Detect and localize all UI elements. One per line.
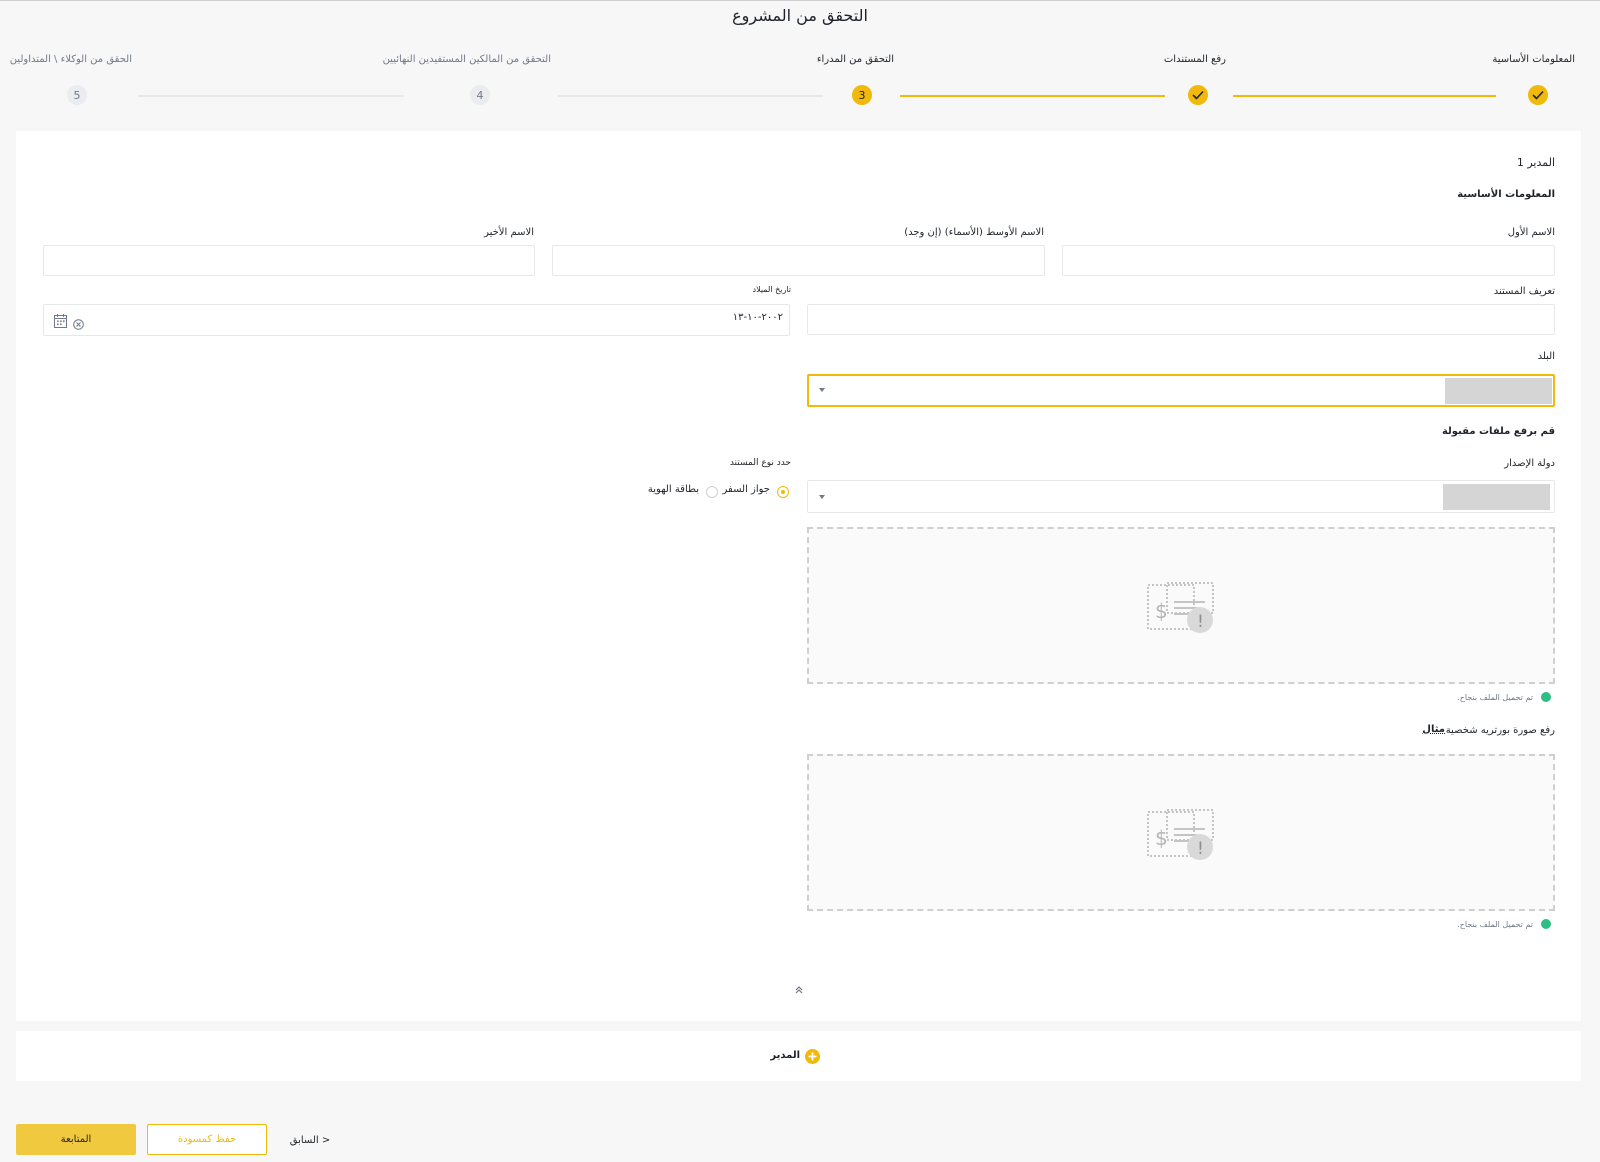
save-draft-button[interactable]: حفظ كمسودة (147, 1124, 267, 1155)
step-2-label: رفع المستندات (1163, 54, 1226, 65)
document-placeholder-icon: $ ! (1147, 582, 1215, 638)
last-name-label: الاسم الأخير (484, 227, 534, 238)
continue-button[interactable]: المتابعة (16, 1124, 136, 1155)
dob-label: تاريخ الميلاد (752, 285, 792, 294)
step-4-connector (138, 95, 404, 97)
middle-name-label: الاسم الأوسط (الأسماء) (إن وجد) (904, 227, 1044, 238)
basic-info-heading: المعلومات الأساسية (1457, 189, 1555, 200)
dob-value: ٢٠٠٢-١٠-١٣ (732, 312, 783, 323)
svg-text:!: ! (1197, 839, 1204, 859)
issuing-country-flag-placeholder (1443, 484, 1550, 510)
passport-option-label[interactable]: جواز السفر (723, 484, 770, 495)
add-plus-icon[interactable] (805, 1049, 820, 1068)
first-name-input[interactable] (1062, 245, 1555, 276)
step-5-label: الحقق من الوكلاء \ المتداولين (9, 54, 132, 65)
example-link[interactable]: مثال (1422, 724, 1445, 735)
country-flag-placeholder (1445, 378, 1552, 404)
issuing-country-chevron-down-icon (819, 495, 825, 499)
director-heading: المدير 1 (1516, 156, 1555, 169)
step-1-label: المعلومات الأساسية (1492, 54, 1575, 65)
collapse-chevron-up-icon[interactable] (794, 980, 804, 999)
country-select[interactable] (807, 374, 1555, 407)
last-name-input[interactable] (43, 245, 535, 276)
portrait-placeholder-icon: $ ! (1147, 809, 1215, 865)
svg-text:$: $ (1155, 599, 1168, 623)
doc-type-label: حدد نوع المستند (729, 458, 791, 468)
upload-heading: قم برفع ملفات مقبولة (1441, 426, 1555, 437)
svg-text:!: ! (1197, 612, 1204, 632)
step-2-check-icon (1188, 85, 1208, 105)
step-3-number: 3 (852, 85, 872, 105)
top-border (0, 0, 1600, 1)
step-2-connector (900, 95, 1165, 97)
step-4-number: 4 (470, 85, 490, 105)
document-id-input[interactable] (807, 304, 1555, 335)
clear-icon[interactable] (73, 315, 84, 334)
document-upload-success-icon (1541, 692, 1551, 702)
svg-text:$: $ (1155, 826, 1168, 850)
step-1-connector (1233, 95, 1496, 97)
issuing-country-label: دولة الإصدار (1504, 458, 1555, 469)
document-upload-success-text: تم تحميل الملف بنجاح. (1457, 693, 1533, 702)
calendar-icon[interactable] (54, 313, 67, 332)
portrait-upload-success-text: تم تحميل الملف بنجاح. (1457, 920, 1533, 929)
step-1-check-icon (1528, 85, 1548, 105)
page-title: التحقق من المشروع (732, 6, 868, 25)
portrait-upload-success-icon (1541, 919, 1551, 929)
dob-input[interactable] (43, 304, 790, 336)
first-name-label: الاسم الأول (1507, 227, 1555, 238)
step-5-number: 5 (67, 85, 87, 105)
step-3-label: التحقق من المدراء (816, 54, 894, 65)
step-3-connector (558, 95, 823, 97)
country-label: البلد (1537, 351, 1555, 362)
document-id-label: تعريف المستند (1493, 286, 1555, 297)
previous-button[interactable]: < السابق (280, 1130, 340, 1150)
middle-name-input[interactable] (552, 245, 1045, 276)
id-card-radio[interactable] (706, 486, 718, 498)
step-4-label: التحقق من المالكين المستفيدين النهائيين (382, 54, 551, 65)
add-director-label[interactable]: المدير (770, 1050, 800, 1061)
passport-radio[interactable] (777, 486, 789, 498)
portrait-label: رفع صورة بورتريه شخصية (1445, 725, 1555, 736)
country-chevron-down-icon (819, 388, 825, 392)
id-card-option-label[interactable]: بطاقة الهوية (648, 484, 699, 495)
